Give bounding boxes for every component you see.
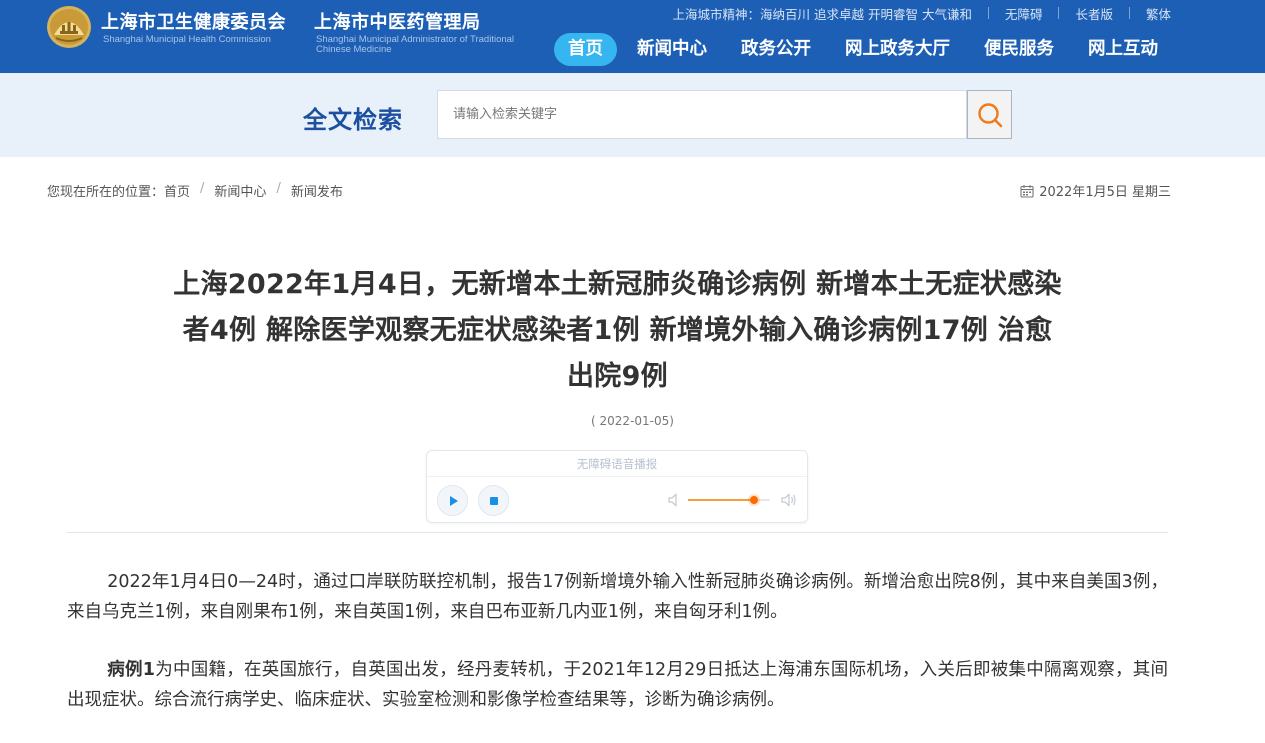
breadcrumb-news-center[interactable]: 新闻中心 xyxy=(214,181,266,200)
case-label: 病例1 xyxy=(107,660,155,680)
city-spirit-text: 上海城市精神：海纳百川 追求卓越 开明睿智 大气谦和 xyxy=(672,6,972,22)
article-paragraph: 2022年1月4日0—24时，通过口岸联防联控机制，报告17例新增境外输入性新冠… xyxy=(67,572,1168,622)
volume-low-icon[interactable] xyxy=(667,492,681,508)
elder-version-link[interactable]: 长者版 xyxy=(1075,4,1113,23)
divider xyxy=(1058,7,1060,19)
stop-button[interactable] xyxy=(478,485,509,516)
play-icon xyxy=(449,495,458,506)
nav-item-home[interactable]: 首页 xyxy=(554,33,617,66)
article-paragraph: 病例1为中国籍，在英国旅行，自英国出发，经丹麦转机，于2021年12月29日抵达… xyxy=(67,655,1168,715)
content-divider xyxy=(67,532,1168,533)
divider xyxy=(1128,7,1130,19)
breadcrumb-news-release[interactable]: 新闻发布 xyxy=(291,181,343,200)
nav-item-public-services[interactable]: 便民服务 xyxy=(970,33,1068,66)
article-title: 上海2022年1月4日，无新增本土新冠肺炎确诊病例 新增本土无症状感染者4例 解… xyxy=(173,269,1062,392)
breadcrumb-separator: / xyxy=(200,181,205,196)
volume-high-icon[interactable] xyxy=(780,492,798,508)
divider xyxy=(987,7,989,19)
volume-slider-knob[interactable] xyxy=(749,496,758,504)
breadcrumb-separator: / xyxy=(276,181,281,196)
play-button[interactable] xyxy=(437,485,468,516)
org-name-tcm-admin-en: Shanghai Municipal Administrator of Trad… xyxy=(316,34,515,55)
search-input[interactable] xyxy=(437,90,967,139)
org-name-health-commission[interactable]: 上海市卫生健康委员会 xyxy=(101,8,286,34)
case-description: 为中国籍，在英国旅行，自英国出发，经丹麦转机，于2021年12月29日抵达上海浦… xyxy=(67,660,1168,710)
nav-item-news-center[interactable]: 新闻中心 xyxy=(623,33,721,66)
org-name-tcm-admin[interactable]: 上海市中医药管理局 xyxy=(314,8,481,34)
top-utility-links: 上海城市精神：海纳百川 追求卓越 开明睿智 大气谦和 无障碍 长者版 繁体 xyxy=(672,4,1171,23)
search-title: 全文检索 xyxy=(303,106,403,134)
volume-slider-fill xyxy=(688,499,754,501)
traditional-chinese-link[interactable]: 繁体 xyxy=(1146,4,1171,23)
main-nav: 首页 新闻中心 政务公开 网上政务大厅 便民服务 网上互动 xyxy=(554,33,1178,66)
site-header: 上海市卫生健康委员会 Shanghai Municipal Health Com… xyxy=(0,0,1265,73)
current-date-text: 2022年1月5日 星期三 xyxy=(1039,185,1171,200)
search-icon xyxy=(977,102,1002,127)
stop-icon xyxy=(489,496,498,505)
search-section: 全文检索 xyxy=(0,73,1265,157)
nav-item-online-interaction[interactable]: 网上互动 xyxy=(1074,33,1172,66)
audio-player-label: 无障碍语音播报 xyxy=(427,451,807,477)
breadcrumb-prefix: 您现在所在的位置： xyxy=(47,185,165,200)
breadcrumb-home[interactable]: 首页 xyxy=(164,181,190,200)
article-publish-date: ( 2022-01-05) xyxy=(591,414,674,428)
breadcrumb: 您现在所在的位置： 首页 / 新闻中心 / 新闻发布 xyxy=(47,181,343,200)
volume-slider[interactable] xyxy=(688,496,770,504)
current-date: 2022年1月5日 星期三 xyxy=(1020,181,1171,200)
search-button[interactable] xyxy=(967,90,1012,139)
nav-item-online-services-hall[interactable]: 网上政务大厅 xyxy=(831,33,964,66)
audio-player: 无障碍语音播报 xyxy=(426,450,808,523)
org-name-health-commission-en: Shanghai Municipal Health Commission xyxy=(103,34,271,45)
emblem-logo-icon[interactable] xyxy=(46,5,92,49)
article-body: 2022年1月4日0—24时，通过口岸联防联控机制，报告17例新增境外输入性新冠… xyxy=(67,567,1168,743)
calendar-icon xyxy=(1020,184,1034,198)
accessibility-link[interactable]: 无障碍 xyxy=(1005,4,1043,23)
nav-item-government-affairs[interactable]: 政务公开 xyxy=(727,33,825,66)
